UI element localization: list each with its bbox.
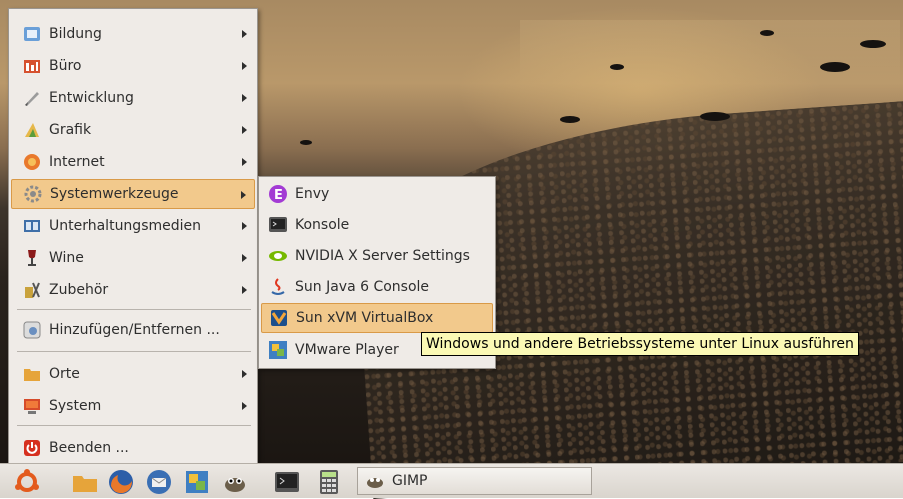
vmware-icon[interactable] [184, 469, 210, 495]
taskbar-window-gimp[interactable]: GIMP [357, 467, 592, 495]
submenu-item-java[interactable]: Sun Java 6 Console [261, 272, 493, 302]
vmware-icon [267, 339, 289, 361]
virtualbox-icon [268, 307, 290, 329]
menu-item-bildung[interactable]: Bildung [11, 19, 255, 49]
graphics-icon [21, 119, 43, 141]
menu-item-orte[interactable]: Orte [11, 359, 255, 389]
multimedia-icon [21, 215, 43, 237]
rock [300, 140, 312, 145]
chevron-right-icon [242, 254, 247, 262]
office-icon [21, 55, 43, 77]
menu-item-zubehoer[interactable]: Zubehör [11, 275, 255, 305]
chevron-right-icon [242, 62, 247, 70]
menu-item-beenden[interactable]: Beenden ... [11, 433, 255, 463]
chevron-right-icon [242, 30, 247, 38]
gimp-icon [366, 473, 384, 489]
nvidia-icon [267, 245, 289, 267]
gimp-icon[interactable] [222, 469, 248, 495]
rock [610, 64, 624, 70]
rock [760, 30, 774, 36]
power-icon [21, 437, 43, 459]
chevron-right-icon [242, 370, 247, 378]
ubuntu-logo-icon[interactable] [14, 469, 40, 495]
submenu-item-envy[interactable]: E Envy [261, 179, 493, 209]
terminal-icon [267, 214, 289, 236]
chevron-right-icon [242, 158, 247, 166]
menu-item-system[interactable]: System [11, 391, 255, 421]
chevron-right-icon [242, 222, 247, 230]
envy-icon: E [267, 183, 289, 205]
chevron-right-icon [242, 94, 247, 102]
menu-item-wine[interactable]: Wine [11, 243, 255, 273]
home-folder-icon[interactable] [72, 469, 98, 495]
bottom-panel: GIMP [0, 463, 903, 498]
menu-item-hinzufuegen-entfernen[interactable]: Hinzufügen/Entfernen ... [11, 315, 255, 345]
folder-icon [21, 363, 43, 385]
calculator-icon[interactable] [316, 469, 342, 495]
thunderbird-icon[interactable] [146, 469, 172, 495]
menu-separator [17, 351, 251, 352]
svg-text:E: E [274, 188, 283, 203]
java-icon [267, 276, 289, 298]
virtualbox-tooltip: Windows und andere Betriebssysteme unter… [421, 332, 859, 356]
submenu-item-virtualbox[interactable]: Sun xVM VirtualBox [261, 303, 493, 333]
accessories-icon [21, 279, 43, 301]
submenu-item-nvidia[interactable]: NVIDIA X Server Settings [261, 241, 493, 271]
monitor-icon [21, 395, 43, 417]
chevron-right-icon [242, 402, 247, 410]
menu-item-systemwerkzeuge[interactable]: Systemwerkzeuge [11, 179, 255, 209]
chevron-right-icon [241, 191, 246, 199]
terminal-icon[interactable] [274, 469, 300, 495]
wine-icon [21, 247, 43, 269]
education-icon [21, 23, 43, 45]
rock [860, 40, 886, 48]
gear-icon [22, 183, 44, 205]
applications-menu: Bildung Büro Entwicklung Grafik Internet [8, 8, 258, 465]
menu-item-entwicklung[interactable]: Entwicklung [11, 83, 255, 113]
firefox-icon[interactable] [108, 469, 134, 495]
menu-item-internet[interactable]: Internet [11, 147, 255, 177]
menu-separator [17, 309, 251, 310]
rock [700, 112, 730, 121]
menu-item-grafik[interactable]: Grafik [11, 115, 255, 145]
menu-item-unterhaltungsmedien[interactable]: Unterhaltungsmedien [11, 211, 255, 241]
menu-separator [17, 425, 251, 426]
add-remove-icon [21, 319, 43, 341]
chevron-right-icon [242, 286, 247, 294]
menu-item-buero[interactable]: Büro [11, 51, 255, 81]
rock [820, 62, 850, 72]
development-icon [21, 87, 43, 109]
submenu-item-konsole[interactable]: Konsole [261, 210, 493, 240]
rock [560, 116, 580, 123]
chevron-right-icon [242, 126, 247, 134]
internet-icon [21, 151, 43, 173]
